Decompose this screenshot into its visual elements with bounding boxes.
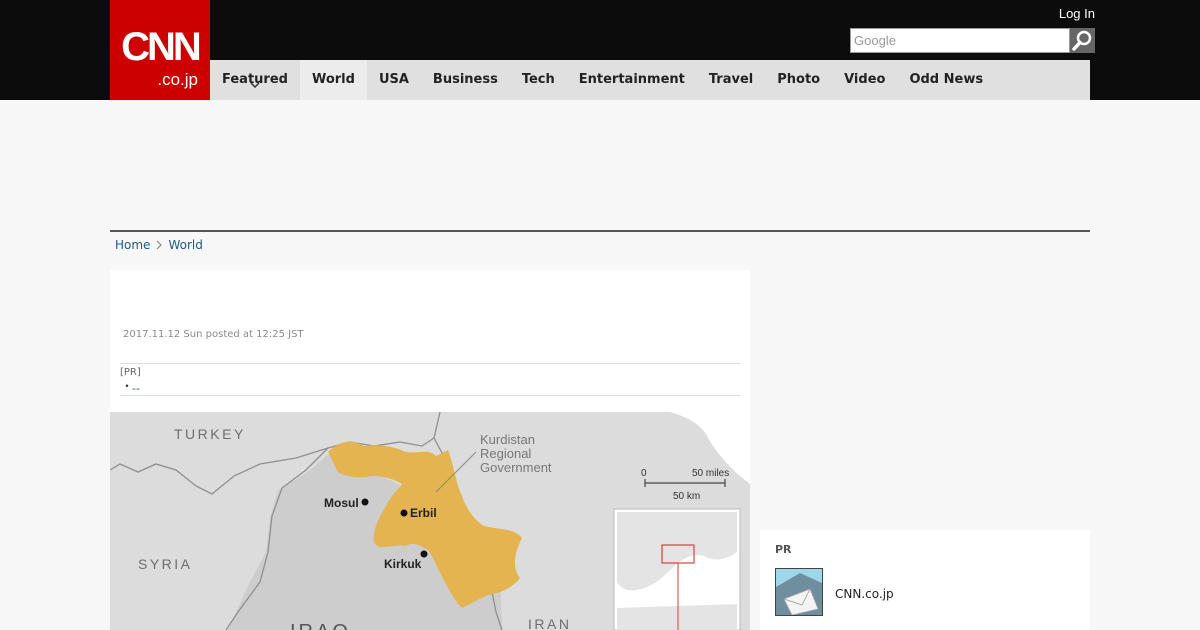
scale-label-km: 50 km	[673, 491, 700, 502]
map-label-iraq: IRAQ	[290, 621, 351, 630]
search-input[interactable]	[850, 28, 1070, 53]
site-search	[850, 28, 1095, 53]
logo-domain: .co.jp	[157, 70, 198, 89]
cnn-logo[interactable]: CNN .co.jp	[110, 0, 210, 100]
map-label-mosul: Mosul	[324, 496, 359, 510]
map-label-kirkuk: Kirkuk	[384, 557, 422, 571]
nav-usa[interactable]: USA	[367, 60, 421, 100]
nav-featured[interactable]: Featured	[210, 60, 300, 100]
locator-map-land-lower	[617, 604, 737, 630]
scale-label-zero: 0	[641, 468, 647, 479]
chevron-down-icon	[250, 82, 260, 88]
erbil-marker	[400, 509, 408, 517]
nav-world[interactable]: World	[299, 60, 367, 100]
scale-label-miles: 50 miles	[692, 468, 729, 479]
main-nav: Featured World USA Business Tech Enterta…	[210, 60, 1090, 100]
envelope-icon[interactable]	[775, 568, 823, 616]
map-label-kurdistan-2: Regional	[480, 446, 531, 461]
header-divider	[110, 230, 1090, 232]
breadcrumb-world[interactable]: World	[168, 238, 202, 252]
sidebar-pr-link[interactable]: CNN.co.jp	[835, 587, 894, 601]
map-label-erbil: Erbil	[410, 506, 437, 520]
nav-odd-news[interactable]: Odd News	[897, 60, 995, 100]
sidebar-thumb-image	[776, 569, 822, 615]
breadcrumb: Home World	[115, 238, 203, 252]
search-button[interactable]	[1070, 28, 1095, 53]
article-timestamp: 2017.11.12 Sun posted at 12:25 JST	[123, 329, 304, 340]
sidebar-pr-tag: PR	[775, 543, 792, 556]
article-card: 2017.11.12 Sun posted at 12:25 JST [PR] …	[110, 270, 750, 630]
nav-business[interactable]: Business	[421, 60, 510, 100]
kirkuk-marker	[420, 550, 428, 558]
mosul-marker	[361, 498, 369, 506]
login-link[interactable]: Log In	[1059, 6, 1095, 21]
breadcrumb-home[interactable]: Home	[115, 238, 150, 252]
map-label-syria: SYRIA	[138, 556, 193, 572]
nav-travel[interactable]: Travel	[697, 60, 765, 100]
nav-video[interactable]: Video	[832, 60, 897, 100]
nav-tech[interactable]: Tech	[510, 60, 567, 100]
search-icon	[1072, 30, 1092, 51]
nav-entertainment[interactable]: Entertainment	[567, 60, 697, 100]
map-label-kurdistan-3: Government	[480, 460, 552, 475]
map-label-kurdistan-1: Kurdistan	[480, 432, 535, 447]
sidebar-pr-box: PR CNN.co.jp	[760, 530, 1090, 630]
chevron-right-icon	[157, 240, 163, 250]
map-label-iran: IRAN	[528, 616, 571, 630]
kurdistan-map: TURKEY SYRIA IRAQ IRAN Kurdistan Regiona…	[110, 412, 750, 630]
nav-photo[interactable]: Photo	[765, 60, 832, 100]
logo-wordmark: CNN	[121, 25, 202, 69]
ad-banner-space	[110, 100, 1090, 230]
map-label-turkey: TURKEY	[174, 426, 246, 442]
pr-block: [PR] ・ --	[120, 363, 740, 396]
pr-link[interactable]: --	[132, 382, 140, 395]
